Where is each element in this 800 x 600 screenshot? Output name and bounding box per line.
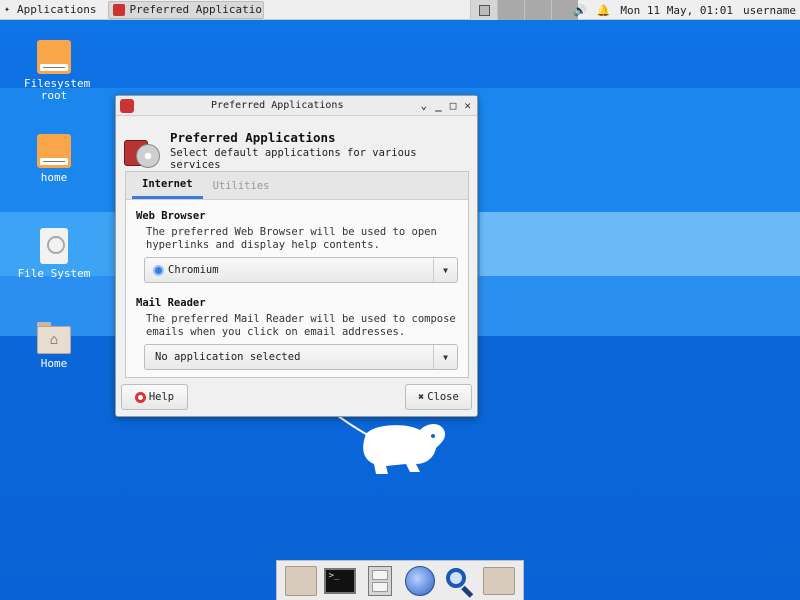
desktop-icon-label: File System bbox=[17, 267, 91, 280]
clock[interactable]: Mon 11 May, 01:01 bbox=[620, 4, 733, 17]
dock-search[interactable] bbox=[442, 564, 476, 598]
desktop-icon-home[interactable]: ⌂ Home bbox=[14, 322, 94, 370]
taskbar-item-preferred-applications[interactable]: Preferred Applicatio... bbox=[108, 0, 265, 19]
tab-notebook: Internet Utilities Web Browser The prefe… bbox=[125, 171, 469, 378]
web-browser-description: The preferred Web Browser will be used t… bbox=[146, 226, 437, 251]
chevron-down-icon[interactable]: ▼ bbox=[433, 258, 457, 282]
system-tray: 🔊 🔔 Mon 11 May, 01:01 username bbox=[573, 0, 796, 20]
preferred-applications-icon bbox=[120, 98, 134, 113]
desktop-icon-label: home bbox=[40, 171, 68, 184]
help-button[interactable]: Help bbox=[121, 384, 188, 410]
mail-reader-section-title: Mail Reader bbox=[136, 297, 206, 309]
username[interactable]: username bbox=[743, 4, 796, 17]
maximize-icon[interactable]: □ bbox=[450, 99, 457, 112]
dialog-buttons: Help ✖ Close bbox=[116, 378, 477, 416]
minimize-icon[interactable]: _ bbox=[435, 99, 442, 112]
volume-icon[interactable]: 🔊 bbox=[573, 4, 587, 17]
tab-bar: Internet Utilities bbox=[126, 172, 468, 200]
close-button-label: Close bbox=[427, 391, 459, 403]
dock-file-manager[interactable] bbox=[363, 564, 397, 598]
preferred-applications-window: Preferred Applications ⌄ _ □ ✕ Preferred… bbox=[115, 95, 478, 417]
web-browser-icon bbox=[404, 565, 435, 596]
close-button[interactable]: ✖ Close bbox=[405, 384, 472, 410]
desktop-icon-label: Filesystem root bbox=[24, 77, 91, 102]
xfce-mouse-mascot bbox=[337, 415, 446, 474]
search-icon bbox=[444, 566, 474, 598]
dialog-header: Preferred Applications Select default ap… bbox=[116, 116, 477, 178]
wallpaper-stripe bbox=[480, 212, 800, 276]
drive-icon bbox=[37, 134, 71, 168]
dock-folder[interactable] bbox=[284, 564, 318, 598]
desktop-icon-label: Home bbox=[40, 357, 68, 370]
terminal-icon: >_ bbox=[324, 567, 357, 594]
dock-terminal[interactable]: >_ bbox=[323, 564, 357, 598]
chevron-down-icon[interactable]: ⌄ bbox=[421, 99, 428, 112]
applications-menu-button[interactable]: ✦ Applications bbox=[0, 0, 100, 20]
desktop-icon-home-drive[interactable]: home bbox=[14, 134, 94, 184]
preferred-applications-icon bbox=[113, 3, 126, 16]
preferred-applications-icon bbox=[124, 132, 160, 168]
workspace-2[interactable] bbox=[497, 0, 524, 20]
help-button-label: Help bbox=[148, 391, 175, 403]
mail-reader-description: The preferred Mail Reader will be used t… bbox=[146, 313, 456, 338]
notification-bell-icon[interactable]: 🔔 bbox=[597, 4, 611, 17]
tab-utilities[interactable]: Utilities bbox=[203, 172, 280, 199]
top-panel: ✦ Applications Preferred Applicatio... 🔊… bbox=[0, 0, 800, 20]
xfce-logo-icon: ✦ bbox=[4, 3, 11, 15]
chevron-down-icon[interactable]: ▼ bbox=[433, 345, 457, 369]
dock: >_ bbox=[276, 560, 524, 600]
close-icon[interactable]: ✕ bbox=[464, 99, 471, 112]
close-icon: ✖ bbox=[418, 391, 425, 403]
chromium-icon bbox=[153, 264, 164, 276]
file-manager-icon bbox=[368, 565, 393, 596]
drive-icon bbox=[37, 40, 71, 74]
help-icon bbox=[134, 391, 146, 403]
header-title: Preferred Applications bbox=[170, 129, 336, 145]
header-subtitle: Select default applications for various … bbox=[170, 146, 417, 171]
mail-reader-select[interactable]: No application selected ▼ bbox=[144, 344, 458, 370]
folder-icon bbox=[284, 565, 317, 596]
workspace-3[interactable] bbox=[524, 0, 551, 20]
folder-icon bbox=[483, 566, 516, 595]
dock-folder-2[interactable] bbox=[482, 564, 516, 598]
workspace-switcher bbox=[470, 0, 578, 20]
window-title: Preferred Applications bbox=[211, 100, 344, 111]
mail-reader-selected: No application selected bbox=[155, 351, 301, 363]
workspace-1[interactable] bbox=[470, 0, 497, 20]
hard-disk-icon bbox=[40, 228, 68, 264]
desktop-icon-file-system[interactable]: File System bbox=[14, 228, 94, 280]
desktop-icon-filesystem-root[interactable]: Filesystem root bbox=[14, 40, 94, 102]
applications-label: Applications bbox=[17, 3, 97, 16]
web-browser-section-title: Web Browser bbox=[136, 210, 206, 222]
taskbar-item-label: Preferred Applicatio... bbox=[129, 3, 263, 16]
web-browser-selected: Chromium bbox=[168, 264, 219, 276]
web-browser-select[interactable]: Chromium ▼ bbox=[144, 257, 458, 283]
tab-internet[interactable]: Internet bbox=[132, 172, 203, 199]
window-titlebar[interactable]: Preferred Applications ⌄ _ □ ✕ bbox=[116, 96, 477, 116]
home-folder-icon: ⌂ bbox=[37, 322, 71, 354]
dock-web-browser[interactable] bbox=[403, 564, 437, 598]
